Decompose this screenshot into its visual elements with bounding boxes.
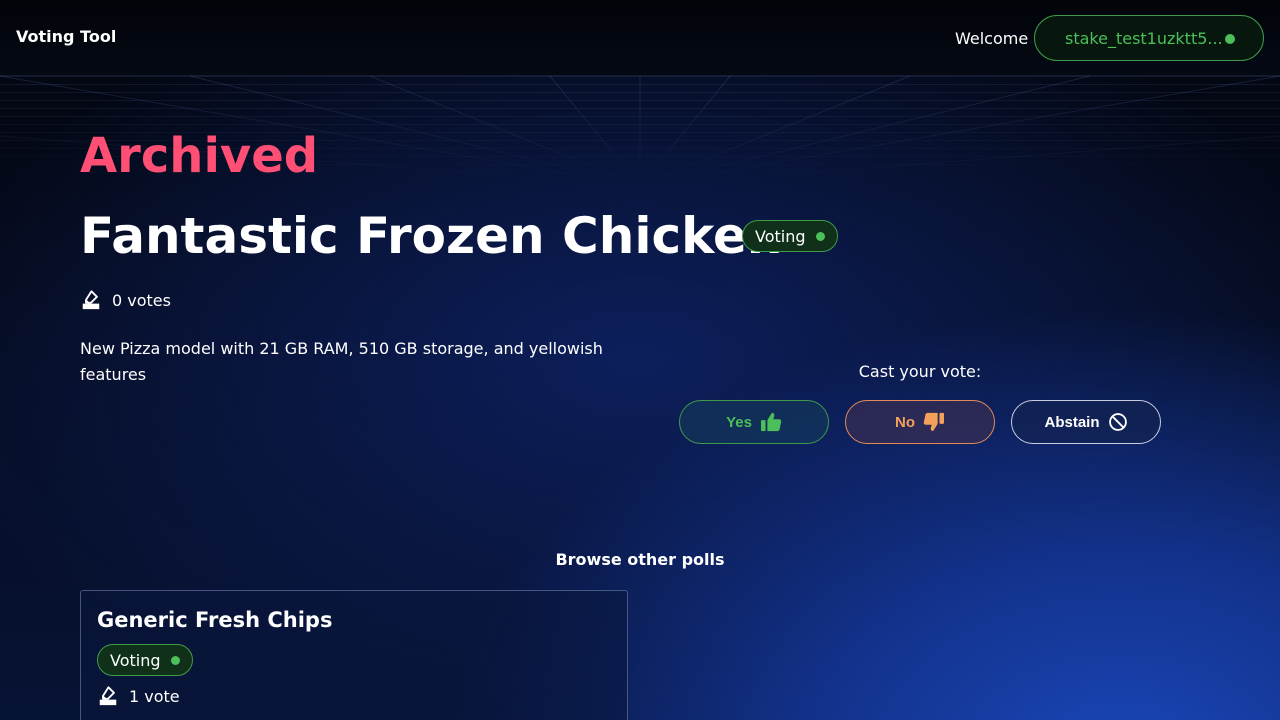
poll-card-status-label: Voting	[110, 650, 161, 670]
vote-yes-label: Yes	[726, 413, 752, 431]
browse-polls-heading: Browse other polls	[555, 550, 725, 569]
poll-card-vote-count: 1 vote	[97, 685, 180, 707]
poll-card-title: Generic Fresh Chips	[97, 608, 333, 632]
vote-no-label: No	[895, 413, 915, 431]
ballot-icon	[99, 686, 117, 706]
app-brand[interactable]: Voting Tool	[16, 27, 116, 46]
poll-status-heading: Archived	[80, 128, 319, 184]
vote-no-button[interactable]: No	[845, 400, 995, 444]
thumbs-down-icon	[923, 412, 944, 432]
vote-abstain-button[interactable]: Abstain	[1011, 400, 1161, 444]
thumbs-up-icon	[760, 412, 782, 432]
poll-card[interactable]: Generic Fresh Chips Voting 1 vote	[80, 590, 628, 720]
prohibited-icon	[1108, 413, 1127, 431]
vote-count: 0 votes	[80, 289, 171, 311]
connected-dot-icon	[1225, 34, 1235, 44]
status-badge-label: Voting	[755, 226, 806, 246]
status-badge: Voting	[742, 220, 838, 252]
welcome-text: Welcome	[955, 29, 1029, 48]
vote-count-label: 0 votes	[112, 290, 171, 310]
ballot-icon	[82, 290, 100, 310]
poll-card-status-badge: Voting	[97, 644, 193, 676]
cast-vote-prompt: Cast your vote:	[858, 362, 982, 381]
vote-abstain-label: Abstain	[1044, 413, 1100, 431]
wallet-address: stake_test1uzktt5...	[1065, 28, 1223, 48]
poll-description: New Pizza model with 21 GB RAM, 510 GB s…	[80, 339, 603, 384]
status-dot-icon	[170, 655, 180, 665]
vote-yes-button[interactable]: Yes	[679, 400, 829, 444]
status-dot-icon	[815, 231, 825, 241]
poll-card-vote-count-label: 1 vote	[129, 686, 180, 706]
poll-title: Fantastic Frozen Chicken	[80, 207, 783, 265]
wallet-button[interactable]: stake_test1uzktt5...	[1034, 15, 1264, 61]
app-header: Voting Tool Welcome stake_test1uzktt5...	[0, 0, 1280, 76]
